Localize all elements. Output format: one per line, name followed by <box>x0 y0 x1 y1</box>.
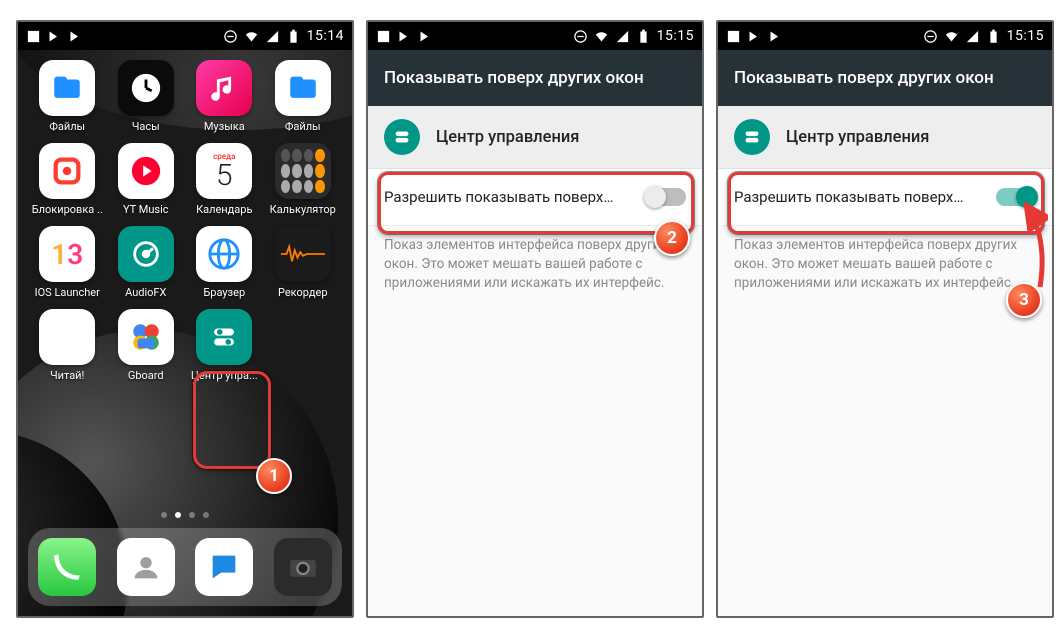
dock-camera[interactable] <box>274 538 332 596</box>
app-recorder[interactable]: Рекордер <box>264 226 343 299</box>
dock-phone[interactable] <box>38 538 96 596</box>
cast-icon <box>768 29 783 44</box>
app-calendar[interactable]: среда5Календарь <box>185 143 264 216</box>
permission-row[interactable]: Разрешить показывать поверх др.. <box>718 169 1052 226</box>
app-name: Центр управления <box>786 128 929 147</box>
cast-icon <box>397 29 412 44</box>
phone-home-screen: 15:14 Файлы Часы Музыка Файлы Блокировка… <box>16 20 354 618</box>
step-badge-2: 2 <box>654 220 690 256</box>
app-music[interactable]: Музыка <box>185 60 264 133</box>
permission-description: Показ элементов интерфейса поверх других… <box>368 226 702 293</box>
permission-description: Показ элементов интерфейса поверх других… <box>718 226 1052 293</box>
cast-icon <box>68 29 83 44</box>
dock-messages[interactable] <box>195 538 253 596</box>
app-icon <box>384 119 420 155</box>
picture-icon <box>376 29 391 44</box>
settings-screen: Показывать поверх других окон Центр упра… <box>368 50 702 616</box>
dnd-icon <box>223 29 238 44</box>
dnd-icon <box>923 29 938 44</box>
step-badge-3: 3 <box>1006 282 1042 318</box>
status-time: 15:15 <box>1007 28 1044 44</box>
app-grid: Файлы Часы Музыка Файлы Блокировка .. YT… <box>18 60 352 382</box>
permission-label: Разрешить показывать поверх др.. <box>734 188 964 206</box>
settings-title: Показывать поверх других окон <box>368 50 702 106</box>
signal-icon <box>615 29 630 44</box>
home-screen: Файлы Часы Музыка Файлы Блокировка .. YT… <box>18 50 352 616</box>
app-browser[interactable]: Браузер <box>185 226 264 299</box>
cast-icon <box>418 29 433 44</box>
dnd-icon <box>573 29 588 44</box>
status-time: 15:14 <box>307 28 344 44</box>
signal-icon <box>265 29 280 44</box>
battery-icon <box>286 29 301 44</box>
app-clock[interactable]: Часы <box>107 60 186 133</box>
dock <box>28 528 342 606</box>
signal-icon <box>965 29 980 44</box>
wifi-icon <box>244 29 259 44</box>
picture-icon <box>726 29 741 44</box>
phone-settings-on: 15:15 Показывать поверх других окон Цент… <box>716 20 1054 618</box>
app-lock[interactable]: Блокировка .. <box>28 143 107 216</box>
dock-contacts[interactable] <box>117 538 175 596</box>
cast-icon <box>47 29 62 44</box>
app-files[interactable]: Файлы <box>28 60 107 133</box>
app-calculator[interactable]: Калькулятор <box>264 143 343 216</box>
app-gboard[interactable]: Gboard <box>107 309 186 382</box>
settings-screen: Показывать поверх других окон Центр упра… <box>718 50 1052 616</box>
permission-toggle-off[interactable] <box>646 188 686 206</box>
status-bar: 15:15 <box>368 22 702 50</box>
battery-icon <box>636 29 651 44</box>
app-files-2[interactable]: Файлы <box>264 60 343 133</box>
phone-settings-off: 15:15 Показывать поверх других окон Цент… <box>366 20 704 618</box>
app-icon <box>734 119 770 155</box>
permission-label: Разрешить показывать поверх др.. <box>384 188 614 206</box>
app-read[interactable]: Читай! <box>28 309 107 382</box>
picture-icon <box>26 29 41 44</box>
app-control-center[interactable]: Центр упра... <box>185 309 264 382</box>
app-header: Центр управления <box>368 106 702 169</box>
step-badge-1: 1 <box>256 458 292 494</box>
app-audiofx[interactable]: AudioFX <box>107 226 186 299</box>
page-indicator <box>18 512 352 518</box>
status-bar: 15:15 <box>718 22 1052 50</box>
cast-icon <box>747 29 762 44</box>
permission-toggle-on[interactable] <box>996 188 1036 206</box>
app-ioslauncher[interactable]: 13IOS Launcher <box>28 226 107 299</box>
settings-title: Показывать поверх других окон <box>718 50 1052 106</box>
wifi-icon <box>594 29 609 44</box>
app-header: Центр управления <box>718 106 1052 169</box>
app-ytmusic[interactable]: YT Music <box>107 143 186 216</box>
status-bar: 15:14 <box>18 22 352 50</box>
status-time: 15:15 <box>657 28 694 44</box>
permission-row[interactable]: Разрешить показывать поверх др.. <box>368 169 702 226</box>
app-name: Центр управления <box>436 128 579 147</box>
battery-icon <box>986 29 1001 44</box>
wifi-icon <box>944 29 959 44</box>
